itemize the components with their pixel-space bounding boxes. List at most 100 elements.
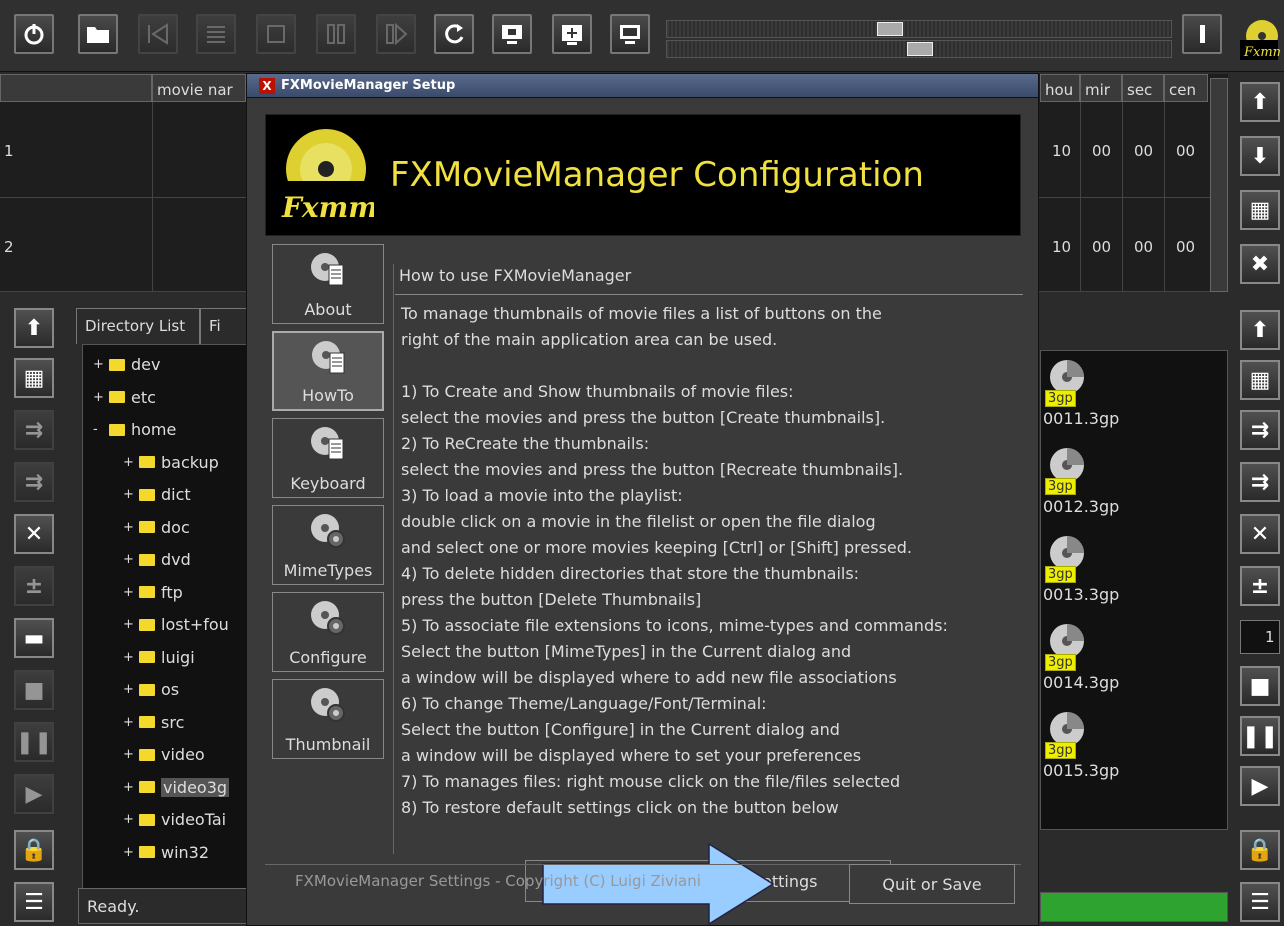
stop-bar-icon[interactable]: [1182, 14, 1222, 54]
position-slider-knob[interactable]: [877, 22, 903, 36]
monitor-icon[interactable]: [610, 14, 650, 54]
expander-icon[interactable]: +: [123, 812, 134, 827]
column-header-second[interactable]: sec: [1122, 74, 1164, 102]
file-item[interactable]: 3gp 0015.3gp: [1043, 709, 1203, 780]
expander-icon[interactable]: +: [93, 357, 104, 372]
column-header-hour[interactable]: hou: [1040, 74, 1080, 102]
tree-node[interactable]: + doc: [123, 518, 190, 537]
page-spinner[interactable]: 1: [1240, 620, 1280, 654]
tree-node[interactable]: + dev: [93, 355, 160, 374]
table-scrollbar[interactable]: [1210, 78, 1228, 292]
move-icon-left[interactable]: ⇉: [14, 410, 54, 450]
expander-icon[interactable]: +: [123, 520, 134, 535]
expander-icon[interactable]: +: [123, 585, 134, 600]
sidebar-button-mimetypes[interactable]: MimeTypes: [272, 505, 384, 585]
up-arrow-icon[interactable]: ⬆: [1240, 310, 1280, 350]
expander-icon[interactable]: +: [123, 552, 134, 567]
up-arrow-icon-left[interactable]: ⬆: [14, 308, 54, 348]
expander-icon[interactable]: +: [123, 715, 134, 730]
sidebar-button-howto[interactable]: HowTo: [272, 331, 384, 411]
stop-icon-left[interactable]: ■: [14, 670, 54, 710]
expander-icon[interactable]: +: [123, 455, 134, 470]
power-icon[interactable]: [14, 14, 54, 54]
refresh-icon[interactable]: [434, 14, 474, 54]
recreate-thumbnails-icon[interactable]: ⇉: [1240, 462, 1280, 502]
tree-node[interactable]: + os: [123, 680, 179, 699]
pause-icon[interactable]: [316, 14, 356, 54]
delete-icon-left[interactable]: ✕: [14, 514, 54, 554]
expander-icon[interactable]: -: [93, 422, 103, 437]
next-icon-left[interactable]: ▶: [14, 774, 54, 814]
position-slider[interactable]: [666, 20, 1172, 38]
list-view-icon-left[interactable]: ☰: [14, 882, 54, 922]
file-item[interactable]: 3gp 0014.3gp: [1043, 621, 1203, 692]
expander-icon[interactable]: +: [123, 747, 134, 762]
sidebar-button-keyboard[interactable]: Keyboard: [272, 418, 384, 498]
directory-tree[interactable]: + dev + etc - home + backup + dict + doc + dvd + ftp + lo…: [82, 344, 250, 902]
column-header-minute[interactable]: mir: [1080, 74, 1122, 102]
thumbnails-icon-left[interactable]: ▦: [14, 358, 54, 398]
sidebar-button-configure[interactable]: Configure: [272, 592, 384, 672]
stop-icon-right[interactable]: ■: [1240, 666, 1280, 706]
column-header-movie-name[interactable]: movie nar: [152, 74, 246, 102]
tree-node[interactable]: - home: [93, 420, 176, 439]
zoom-icon-left[interactable]: ±: [14, 566, 54, 606]
file-item[interactable]: 3gp 0013.3gp: [1043, 533, 1203, 604]
first-icon[interactable]: [138, 14, 178, 54]
expander-icon[interactable]: +: [123, 650, 134, 665]
expander-icon[interactable]: +: [123, 617, 134, 632]
file-item[interactable]: 3gp 0011.3gp: [1043, 357, 1203, 428]
lock-icon-right[interactable]: 🔒: [1240, 830, 1280, 870]
tree-node[interactable]: + luigi: [123, 648, 195, 667]
close-icon[interactable]: X: [259, 78, 275, 94]
file-item[interactable]: 3gp 0012.3gp: [1043, 445, 1203, 516]
tab-directory-list[interactable]: Directory List: [76, 308, 200, 344]
tree-node[interactable]: + dict: [123, 485, 191, 504]
delete-thumbnails-icon[interactable]: ✕: [1240, 514, 1280, 554]
list-view-icon-right[interactable]: ☰: [1240, 882, 1280, 922]
file-list[interactable]: 3gp 0011.3gp 3gp 0012.3gp 3gp 0013.3gp 3gp 0014…: [1040, 350, 1228, 830]
quit-or-save-button[interactable]: Quit or Save: [849, 864, 1015, 904]
tree-node[interactable]: + videoTai: [123, 810, 226, 829]
next-icon[interactable]: [376, 14, 416, 54]
tree-node[interactable]: + etc: [93, 388, 156, 407]
column-header-cent[interactable]: cen: [1164, 74, 1208, 102]
stop-icon[interactable]: [256, 14, 296, 54]
delete-icon[interactable]: ✖: [1240, 244, 1280, 284]
thumbnails-icon[interactable]: ▦: [1240, 360, 1280, 400]
tree-node[interactable]: + lost+fou: [123, 615, 229, 634]
tree-node[interactable]: + ftp: [123, 583, 183, 602]
pause-icon-left[interactable]: ❚❚: [14, 722, 54, 762]
tab-files[interactable]: Fi: [200, 308, 250, 344]
expander-icon[interactable]: +: [123, 682, 134, 697]
list-icon[interactable]: [196, 14, 236, 54]
tree-node[interactable]: + backup: [123, 453, 219, 472]
monitor-icon-left[interactable]: ▬: [14, 618, 54, 658]
dialog-titlebar[interactable]: X FXMovieManager Setup: [247, 74, 1038, 98]
folder-icon[interactable]: [78, 14, 118, 54]
zoom-icon[interactable]: ±: [1240, 566, 1280, 606]
grid-view-icon[interactable]: ▦: [1240, 190, 1280, 230]
pause-icon-right[interactable]: ❚❚: [1240, 716, 1280, 756]
tree-node[interactable]: + dvd: [123, 550, 191, 569]
screen-icon[interactable]: [492, 14, 532, 54]
tree-node[interactable]: + video: [123, 745, 205, 764]
expander-icon[interactable]: +: [123, 845, 134, 860]
create-thumbnails-icon[interactable]: ⇉: [1240, 410, 1280, 450]
copy-icon-left[interactable]: ⇉: [14, 462, 54, 502]
sidebar-button-thumbnail[interactable]: Thumbnail: [272, 679, 384, 759]
tree-node[interactable]: + src: [123, 713, 184, 732]
fullscreen-icon[interactable]: [552, 14, 592, 54]
expander-icon[interactable]: +: [93, 390, 104, 405]
next-icon-right[interactable]: ▶: [1240, 766, 1280, 806]
expander-icon[interactable]: +: [123, 780, 134, 795]
tree-node[interactable]: + win32: [123, 843, 209, 862]
move-down-icon[interactable]: ⬇: [1240, 136, 1280, 176]
sidebar-button-about[interactable]: About: [272, 244, 384, 324]
lock-icon-left[interactable]: 🔒: [14, 830, 54, 870]
tree-node[interactable]: + video3g: [123, 777, 230, 797]
move-up-icon[interactable]: ⬆: [1240, 82, 1280, 122]
expander-icon[interactable]: +: [123, 487, 134, 502]
volume-slider[interactable]: [666, 40, 1172, 58]
volume-slider-knob[interactable]: [907, 42, 933, 56]
